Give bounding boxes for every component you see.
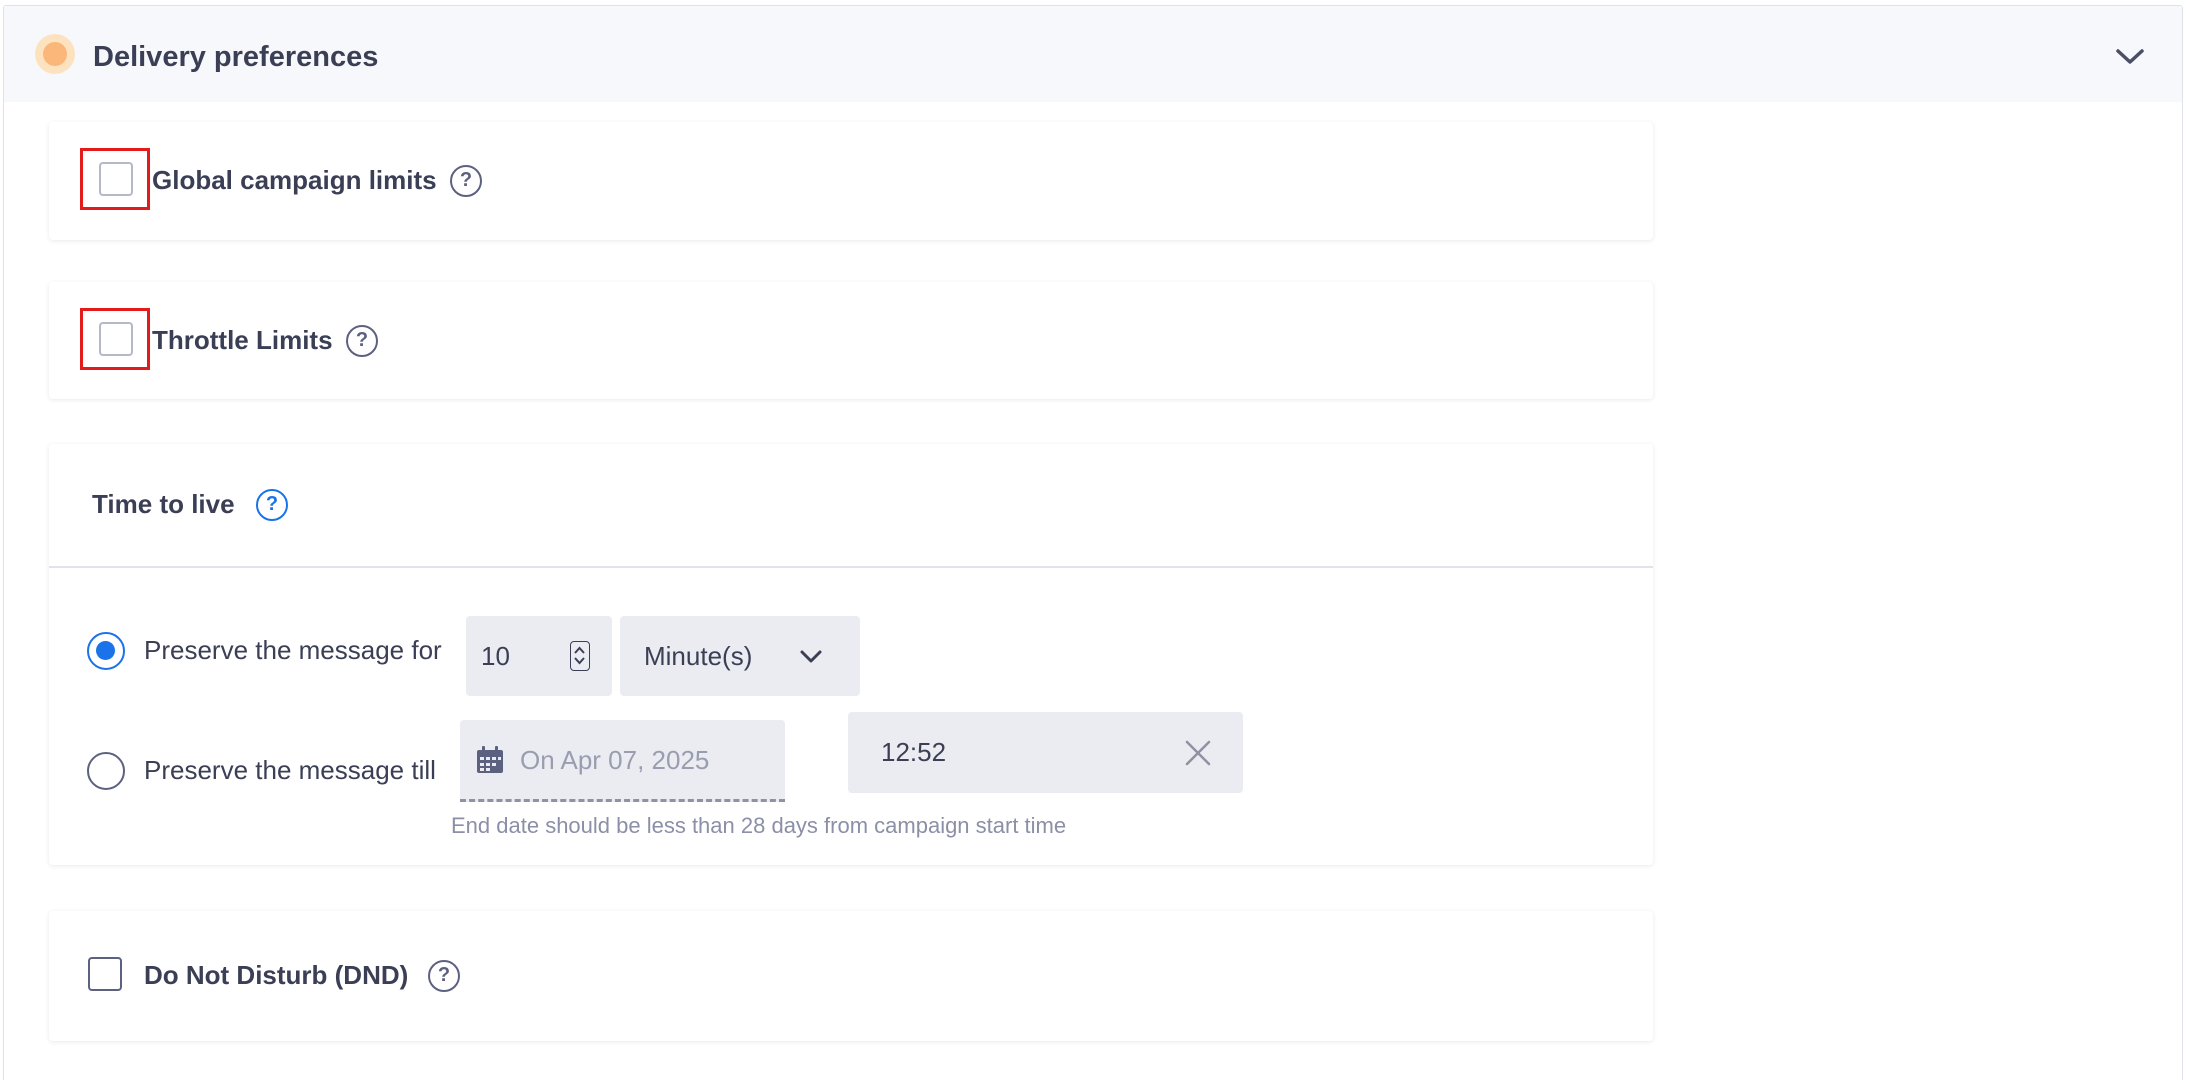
close-icon[interactable] xyxy=(1184,739,1212,767)
panel-header[interactable]: Delivery preferences xyxy=(4,6,2182,102)
dnd-card: Do Not Disturb (DND) ? xyxy=(49,911,1653,1041)
global-campaign-limits-card: Global campaign limits ? xyxy=(49,122,1653,240)
preserve-till-label: Preserve the message till xyxy=(144,755,436,785)
stepper-icon[interactable] xyxy=(570,641,590,671)
divider xyxy=(49,566,1653,568)
throttle-limits-label: Throttle Limits xyxy=(152,325,333,355)
unit-select[interactable]: Minute(s) xyxy=(620,616,860,696)
throttle-limits-checkbox[interactable] xyxy=(99,322,133,356)
preserve-for-radio[interactable] xyxy=(87,632,125,670)
duration-input[interactable]: 10 xyxy=(466,616,612,696)
date-input[interactable]: On Apr 07, 2025 xyxy=(460,720,785,802)
date-hint: End date should be less than 28 days fro… xyxy=(451,813,1067,838)
chevron-down-icon[interactable] xyxy=(2112,44,2148,68)
global-campaign-limits-label: Global campaign limits xyxy=(152,165,437,195)
chevron-down-icon xyxy=(800,650,822,663)
time-input[interactable]: 12:52 xyxy=(848,712,1243,793)
calendar-icon xyxy=(477,746,503,773)
dnd-checkbox[interactable] xyxy=(88,957,122,991)
panel-title: Delivery preferences xyxy=(93,41,379,73)
duration-value: 10 xyxy=(481,641,510,671)
time-value: 12:52 xyxy=(881,737,947,767)
help-icon[interactable]: ? xyxy=(450,165,482,197)
help-icon[interactable]: ? xyxy=(428,960,460,992)
dnd-label: Do Not Disturb (DND) xyxy=(144,960,409,990)
preserve-till-radio[interactable] xyxy=(87,752,125,790)
throttle-limits-card: Throttle Limits ? xyxy=(49,282,1653,399)
help-icon[interactable]: ? xyxy=(346,325,378,357)
global-campaign-limits-checkbox[interactable] xyxy=(99,162,133,196)
unit-value: Minute(s) xyxy=(644,641,753,671)
status-dot-icon xyxy=(35,34,75,74)
help-icon[interactable]: ? xyxy=(256,489,288,521)
time-to-live-title: Time to live xyxy=(92,489,235,519)
time-to-live-card: Time to live ? Preserve the message for … xyxy=(49,444,1653,865)
date-placeholder: On Apr 07, 2025 xyxy=(520,745,710,775)
preserve-for-label: Preserve the message for xyxy=(144,635,442,665)
